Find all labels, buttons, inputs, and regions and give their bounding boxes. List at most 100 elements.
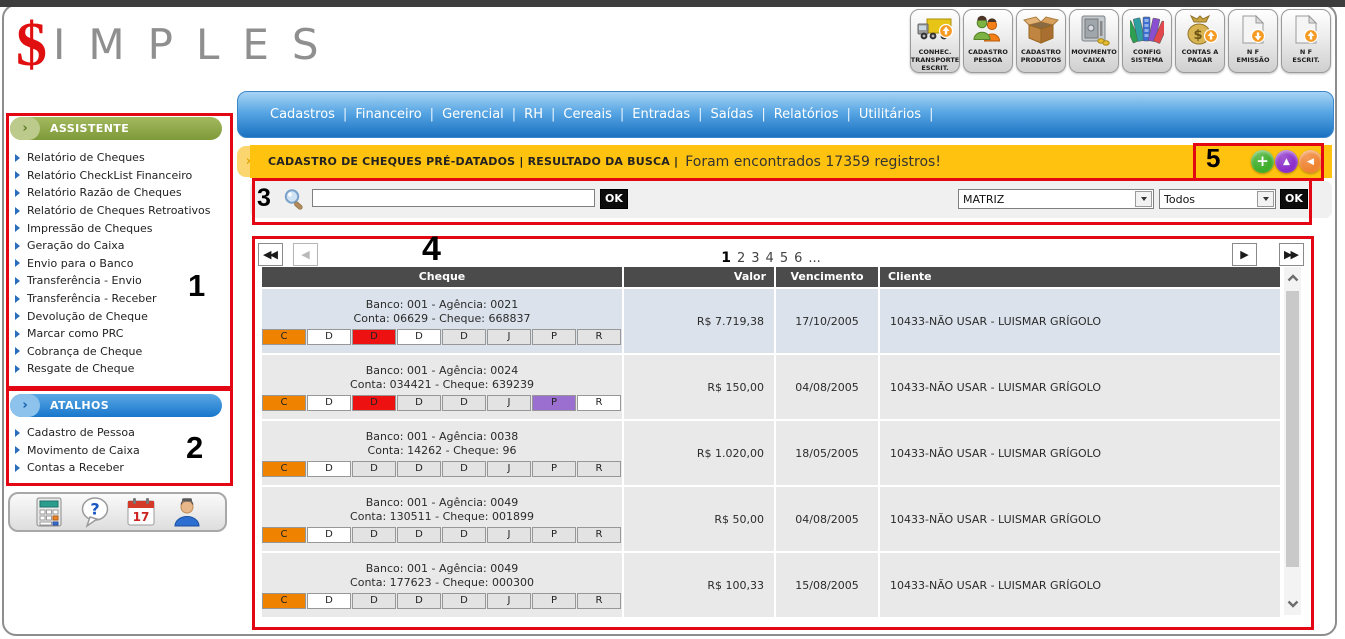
status-button-d[interactable]: D xyxy=(397,527,441,543)
status-button-d[interactable]: D xyxy=(352,395,396,411)
nav-item-2[interactable]: Financeiro xyxy=(355,107,421,122)
status-button-d[interactable]: D xyxy=(442,395,486,411)
assistente-panel-header[interactable]: › ASSISTENTE xyxy=(10,117,222,140)
toolbar-button-8[interactable]: N F ESCRIT. xyxy=(1281,9,1331,73)
company-select[interactable]: MATRIZ xyxy=(958,189,1154,209)
go-back-button[interactable]: ◀ xyxy=(1299,150,1322,173)
status-button-j[interactable]: J xyxy=(487,329,531,345)
page-number-...[interactable]: ... xyxy=(808,251,820,266)
assistente-item-6[interactable]: Geração do Caixa xyxy=(12,237,224,255)
nav-item-3[interactable]: Gerencial xyxy=(442,107,504,122)
toolbar-button-2[interactable]: CADASTRO PESSOA xyxy=(963,9,1013,73)
next-page-button[interactable]: ▶ xyxy=(1232,243,1257,266)
assistente-item-1[interactable]: Relatório de Cheques xyxy=(12,149,224,167)
status-button-d[interactable]: D xyxy=(397,395,441,411)
status-button-p[interactable]: P xyxy=(532,395,576,411)
status-button-d[interactable]: D xyxy=(442,461,486,477)
assistente-item-4[interactable]: Relatório de Cheques Retroativos xyxy=(12,202,224,220)
search-input[interactable] xyxy=(312,189,595,207)
toolbar-button-5[interactable]: CONFIG SISTEMA xyxy=(1122,9,1172,73)
status-button-d[interactable]: D xyxy=(397,593,441,609)
status-button-d[interactable]: D xyxy=(352,527,396,543)
status-button-r[interactable]: R xyxy=(577,593,621,609)
status-button-d[interactable]: D xyxy=(442,527,486,543)
status-button-c[interactable]: C xyxy=(262,527,306,543)
assistente-item-3[interactable]: Relatório Razão de Cheques xyxy=(12,184,224,202)
scope-select[interactable]: Todos xyxy=(1159,189,1276,209)
assistente-item-8[interactable]: Transferência - Envio xyxy=(12,272,224,290)
status-button-p[interactable]: P xyxy=(532,527,576,543)
status-button-c[interactable]: C xyxy=(262,329,306,345)
status-button-j[interactable]: J xyxy=(487,593,531,609)
atalhos-item-3[interactable]: Contas a Receber xyxy=(12,459,224,477)
filter-ok-button[interactable]: OK xyxy=(1280,189,1308,209)
scrollbar-thumb[interactable] xyxy=(1286,291,1299,567)
nav-item-5[interactable]: Cereais xyxy=(563,107,611,122)
move-up-button[interactable]: ▲ xyxy=(1275,150,1298,173)
assistente-item-11[interactable]: Marcar como PRC xyxy=(12,325,224,343)
atalhos-item-1[interactable]: Cadastro de Pessoa xyxy=(12,424,224,442)
status-button-r[interactable]: R xyxy=(577,329,621,345)
toolbar-button-7[interactable]: N F EMISSÃO xyxy=(1228,9,1278,73)
toolbar-button-6[interactable]: $CONTAS A PAGAR xyxy=(1175,9,1225,73)
search-ok-button[interactable]: OK xyxy=(600,189,628,209)
page-number-3[interactable]: 3 xyxy=(751,251,759,266)
status-button-d[interactable]: D xyxy=(442,329,486,345)
assistente-item-7[interactable]: Envio para o Banco xyxy=(12,255,224,273)
table-scrollbar[interactable] xyxy=(1284,267,1301,615)
page-number-5[interactable]: 5 xyxy=(780,251,788,266)
nav-item-7[interactable]: Saídas xyxy=(711,107,754,122)
atalhos-panel-header[interactable]: › ATALHOS xyxy=(10,394,222,417)
nav-item-9[interactable]: Utilitários xyxy=(859,107,921,122)
status-button-d[interactable]: D xyxy=(352,329,396,345)
status-button-j[interactable]: J xyxy=(487,461,531,477)
status-button-d[interactable]: D xyxy=(307,593,351,609)
status-button-d[interactable]: D xyxy=(307,395,351,411)
nav-item-4[interactable]: RH xyxy=(524,107,543,122)
atalhos-item-2[interactable]: Movimento de Caixa xyxy=(12,442,224,460)
toolbar-button-3[interactable]: CADASTRO PRODUTOS xyxy=(1016,9,1066,73)
toolbar-button-4[interactable]: MOVIMENTO CAIXA xyxy=(1069,9,1119,73)
page-number-1[interactable]: 1 xyxy=(721,250,731,266)
page-number-4[interactable]: 4 xyxy=(766,251,774,266)
assistente-item-5[interactable]: Impressão de Cheques xyxy=(12,219,224,237)
status-button-c[interactable]: C xyxy=(262,461,306,477)
status-button-j[interactable]: J xyxy=(487,395,531,411)
help-button[interactable]: ? xyxy=(79,496,111,528)
prev-page-button[interactable]: ◀ xyxy=(293,243,318,266)
status-button-r[interactable]: R xyxy=(577,527,621,543)
calendar-button[interactable]: 17 xyxy=(125,496,157,528)
status-button-p[interactable]: P xyxy=(532,461,576,477)
status-button-p[interactable]: P xyxy=(532,329,576,345)
assistente-item-2[interactable]: Relatório CheckList Financeiro xyxy=(12,167,224,185)
status-button-r[interactable]: R xyxy=(577,395,621,411)
nav-item-8[interactable]: Relatórios xyxy=(774,107,839,122)
status-button-d[interactable]: D xyxy=(397,461,441,477)
status-button-d[interactable]: D xyxy=(397,329,441,345)
status-button-j[interactable]: J xyxy=(487,527,531,543)
nav-item-6[interactable]: Entradas xyxy=(632,107,690,122)
page-number-2[interactable]: 2 xyxy=(737,251,745,266)
assistente-item-10[interactable]: Devolução de Cheque xyxy=(12,307,224,325)
first-page-button[interactable]: ◀◀ xyxy=(258,243,283,266)
assistente-item-9[interactable]: Transferência - Receber xyxy=(12,290,224,308)
status-button-c[interactable]: C xyxy=(262,593,306,609)
user-button[interactable] xyxy=(171,496,203,528)
status-button-d[interactable]: D xyxy=(307,329,351,345)
toolbar-button-1[interactable]: CONHEC. TRANSPORTE ESCRIT. xyxy=(910,9,960,73)
status-button-p[interactable]: P xyxy=(532,593,576,609)
assistente-item-12[interactable]: Cobrança de Cheque xyxy=(12,343,224,361)
nav-item-1[interactable]: Cadastros xyxy=(270,107,335,122)
status-button-r[interactable]: R xyxy=(577,461,621,477)
status-button-c[interactable]: C xyxy=(262,395,306,411)
assistente-item-13[interactable]: Resgate de Cheque xyxy=(12,360,224,378)
last-page-button[interactable]: ▶▶ xyxy=(1279,243,1304,266)
status-button-d[interactable]: D xyxy=(307,461,351,477)
add-record-button[interactable]: + xyxy=(1251,150,1274,173)
calculator-button[interactable] xyxy=(33,496,65,528)
status-button-d[interactable]: D xyxy=(442,593,486,609)
scroll-up-icon[interactable] xyxy=(1284,269,1301,287)
status-button-d[interactable]: D xyxy=(352,593,396,609)
page-number-6[interactable]: 6 xyxy=(794,251,802,266)
status-button-d[interactable]: D xyxy=(352,461,396,477)
